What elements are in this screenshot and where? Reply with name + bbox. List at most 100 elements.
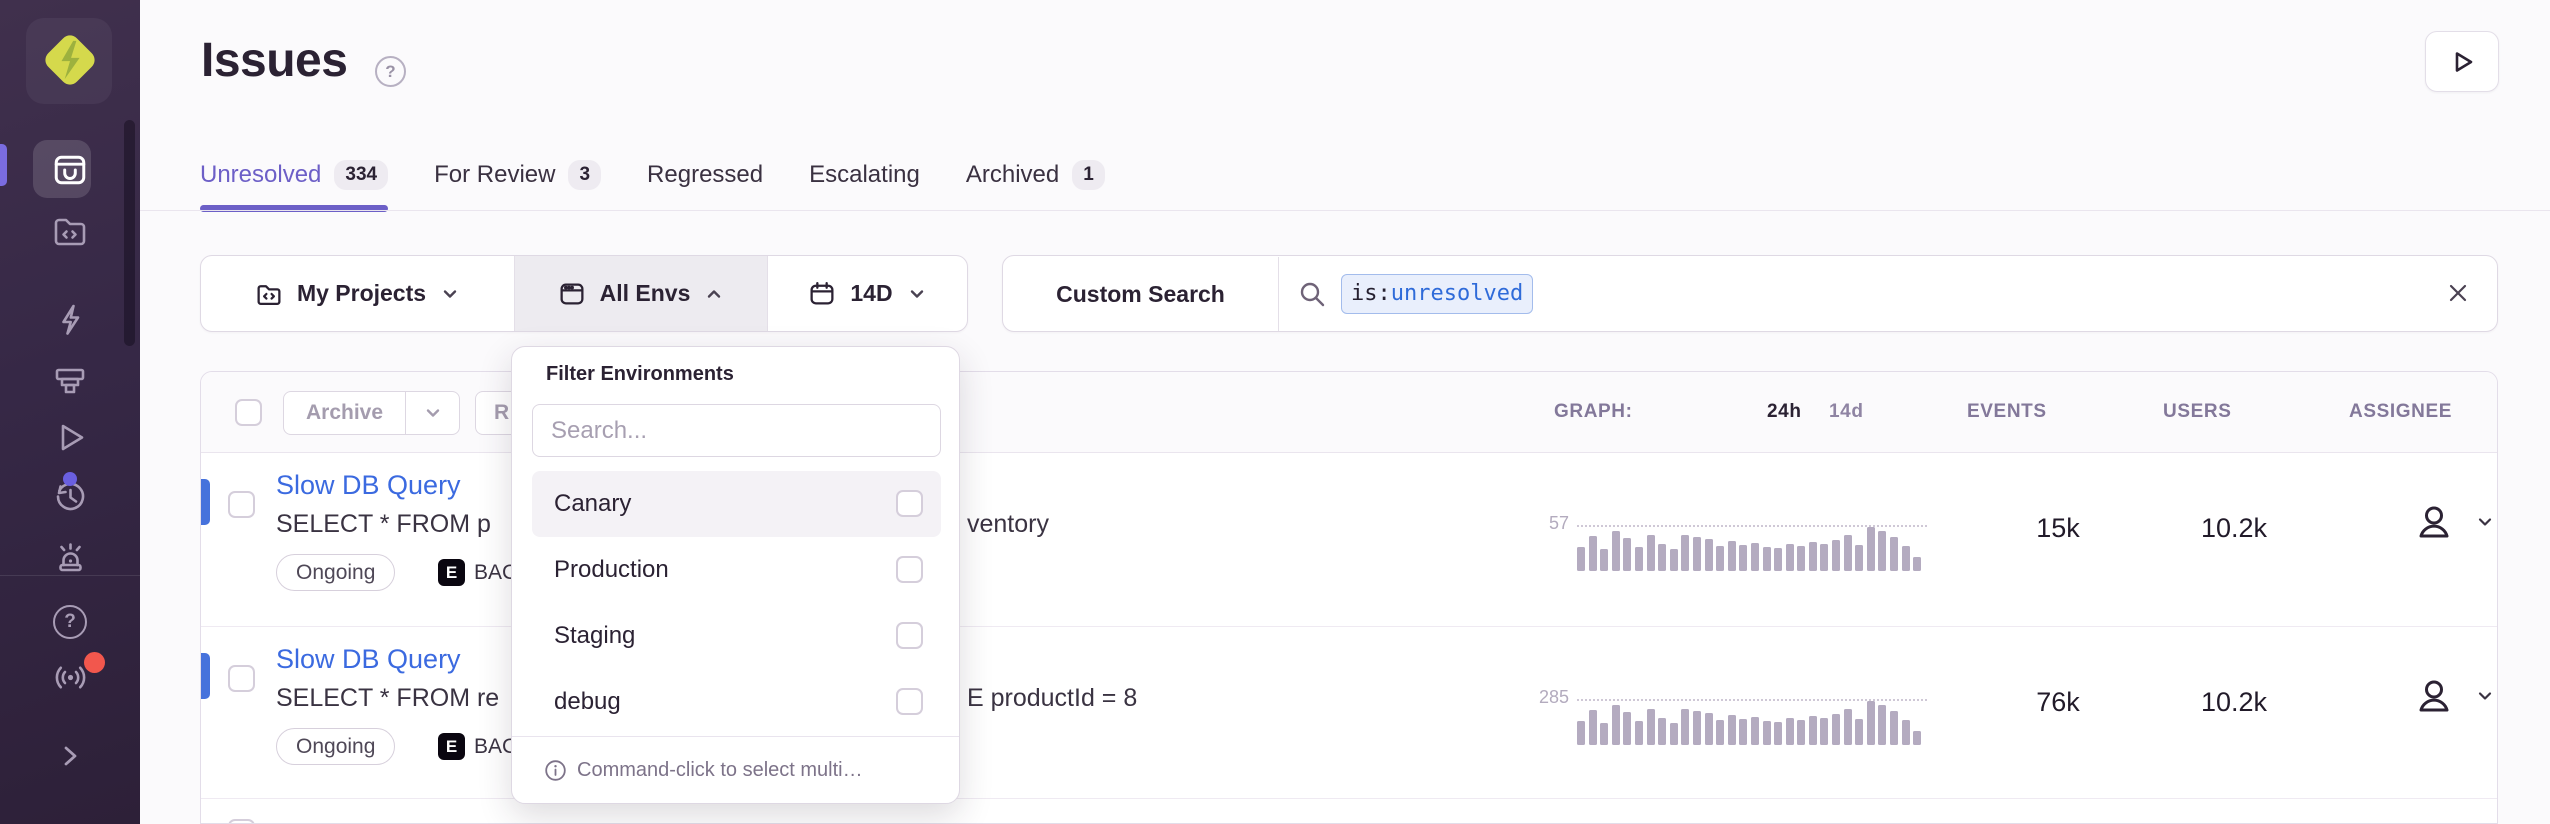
page-title: Issues [201,33,347,88]
environment-filter-dropdown: Filter Environments Canary Production St… [511,346,960,804]
dropdown-footer: Command-click to select multi… [512,736,959,803]
sidebar: ? [0,0,140,824]
calendar-icon [808,280,836,308]
environment-option[interactable]: Canary [532,471,941,537]
tab-regressed[interactable]: Regressed [647,146,763,204]
issue-checkbox[interactable] [228,665,255,692]
tabs-bottom-border [140,210,2550,211]
issue-checkbox[interactable] [228,491,255,518]
play-icon [2448,48,2476,76]
environment-option-label: Production [554,556,669,584]
project-avatar: E [438,733,465,760]
page-help-icon[interactable]: ? [375,56,406,87]
graph-range-24h[interactable]: 24h [1767,401,1802,423]
tab-label: Archived [966,161,1059,189]
window-icon [558,280,586,308]
issue-culprit-fragment-left: SELECT * FROM p [276,510,491,539]
project-avatar: E [438,559,465,586]
chevron-down-icon [423,403,443,423]
search-token-is-unresolved[interactable]: is:unresolved [1341,274,1533,314]
sidebar-item-whats-new[interactable] [0,657,140,698]
assignee-dropdown[interactable] [2413,675,2495,717]
environment-option-label: Canary [554,490,631,518]
sidebar-item-issues[interactable] [0,152,140,188]
tab-unresolved[interactable]: Unresolved 334 [200,146,388,204]
search-token-value: unresolved [1391,281,1523,306]
sidebar-item-insights[interactable] [0,301,140,338]
clear-search-button[interactable] [2443,278,2473,313]
tab-escalating[interactable]: Escalating [809,146,920,204]
issue-checkbox[interactable] [228,819,255,824]
environment-filter-button[interactable]: All Envs [514,256,767,331]
close-icon [2443,278,2473,308]
play-icon [53,420,88,455]
tab-for-review[interactable]: For Review 3 [434,146,601,204]
graph-max-label: 57 [1461,513,1569,534]
sentry-logo[interactable] [36,26,104,94]
assignee-dropdown[interactable] [2413,501,2495,543]
graph-range-14d[interactable]: 14d [1829,401,1864,423]
issue-status-badge: Ongoing [276,554,395,591]
folder-code-icon [51,212,89,250]
sidebar-item-help[interactable]: ? [0,605,140,639]
tab-archived[interactable]: Archived 1 [966,146,1105,204]
graph-max-label: 285 [1461,687,1569,708]
environment-option[interactable]: Production [532,537,941,603]
environment-option-label: debug [554,688,621,716]
tour-play-button[interactable] [2425,31,2499,92]
environment-option-label: Staging [554,622,635,650]
archive-button[interactable]: Archive [283,391,460,435]
dropdown-title: Filter Environments [546,363,734,386]
event-sparkline [1577,527,1929,571]
column-header-assignee: ASSIGNEE [2349,401,2452,423]
column-header-graph: GRAPH: [1554,401,1633,423]
unresolved-level-bar [201,653,210,699]
issue-culprit-fragment-left: SELECT * FROM re [276,684,499,713]
environment-option-checkbox[interactable] [896,556,923,583]
environment-search-input[interactable] [532,404,941,457]
select-all-checkbox[interactable] [235,399,262,426]
sidebar-item-alerts[interactable] [0,537,140,576]
issue-title-link[interactable]: Slow DB Query [276,644,461,675]
issue-status-badge: Ongoing [276,728,395,765]
environment-option-checkbox[interactable] [896,490,923,517]
sidebar-item-replays[interactable] [0,420,140,455]
issue-culprit-fragment-right: ventory [967,510,1049,539]
issue-title-link[interactable]: Slow DB Query [276,470,461,501]
tab-label: Escalating [809,161,920,189]
environment-options-list: Canary Production Staging debug [532,471,941,735]
date-range-filter-label: 14D [850,280,892,307]
environment-option[interactable]: debug [532,669,941,735]
chevron-down-icon [2475,686,2495,706]
dropdown-footer-text: Command-click to select multi… [577,759,863,782]
chevron-up-icon [704,284,724,304]
sidebar-item-explore[interactable] [0,212,140,250]
lightning-icon [52,301,89,338]
date-range-filter-button[interactable]: 14D [767,256,967,331]
info-icon [544,759,567,782]
environment-option[interactable]: Staging [532,603,941,669]
project-filter-label: My Projects [297,280,426,307]
page-filter-bar: My Projects All Envs 14D [200,255,968,332]
tab-count-badge: 334 [334,160,388,190]
tab-label: Unresolved [200,161,321,189]
users-count: 10.2k [2149,687,2319,718]
environment-option-checkbox[interactable] [896,688,923,715]
sidebar-item-dashboards[interactable] [0,362,140,400]
folder-code-icon [255,280,283,308]
sidebar-divider [0,575,140,576]
archive-dropdown-button[interactable] [405,392,459,434]
environment-option-checkbox[interactable] [896,622,923,649]
chevron-right-icon [58,744,82,768]
search-icon [1297,279,1327,309]
events-count: 15k [1973,513,2143,544]
releases-notification-dot [63,472,77,486]
issue-list-tabs: Unresolved 334 For Review 3 Regressed Es… [200,146,1105,204]
siren-icon [51,537,90,576]
search-token-key: is: [1351,281,1391,306]
unresolved-level-bar [201,479,210,525]
project-filter-button[interactable]: My Projects [201,256,514,331]
sidebar-expand-button[interactable] [0,744,140,768]
custom-search-button[interactable]: Custom Search [1003,257,1279,331]
tab-count-badge: 3 [568,160,601,190]
